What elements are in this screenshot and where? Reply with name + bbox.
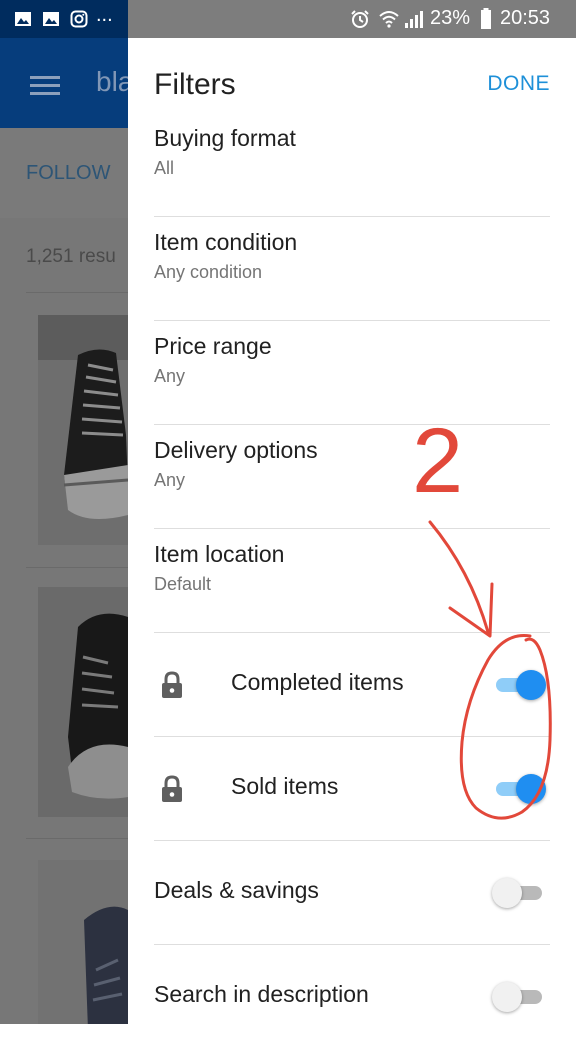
done-button[interactable]: DONE xyxy=(487,72,550,96)
completed-items-switch[interactable] xyxy=(496,670,546,700)
toggle-row-search-in-description[interactable]: Search in description xyxy=(154,945,550,1049)
background-search-title: bla xyxy=(96,66,128,97)
battery-icon xyxy=(481,8,491,29)
toggle-label: Sold items xyxy=(231,773,339,799)
lock-icon xyxy=(162,775,182,802)
image-icon xyxy=(15,12,31,26)
signal-icon xyxy=(405,11,423,28)
follow-button[interactable]: FOLLOW xyxy=(26,162,110,185)
switch-knob xyxy=(492,878,522,908)
product-thumbnail[interactable] xyxy=(38,315,128,545)
toggle-row-deals-savings[interactable]: Deals & savings xyxy=(154,841,550,945)
filter-row-item-location[interactable]: Item location Default xyxy=(154,529,550,633)
background-app: bla FOLLOW 1,251 resu xyxy=(0,38,128,1024)
sold-items-switch[interactable] xyxy=(496,774,546,804)
search-in-description-switch[interactable] xyxy=(492,982,542,1012)
toggle-label: Completed items xyxy=(231,669,404,695)
battery-percent: 23% xyxy=(430,7,471,29)
drawer-title: Filters xyxy=(154,68,236,101)
divider xyxy=(26,292,128,293)
filter-label: Delivery options xyxy=(154,437,318,463)
switch-knob xyxy=(516,774,546,804)
filter-value: All xyxy=(154,158,175,178)
alarm-icon xyxy=(351,10,369,28)
deals-savings-switch[interactable] xyxy=(492,878,542,908)
switch-knob xyxy=(516,670,546,700)
filter-value: Default xyxy=(154,574,212,594)
filter-label: Price range xyxy=(154,333,272,359)
filter-value: Any xyxy=(154,366,186,386)
status-bar: ... 23% 20:53 xyxy=(0,0,576,38)
hamburger-menu-icon[interactable] xyxy=(30,76,60,95)
instagram-icon xyxy=(70,10,88,28)
filter-label: Buying format xyxy=(154,125,296,151)
image-icon xyxy=(43,12,59,26)
background-app-bar: bla xyxy=(0,38,128,128)
filter-row-buying-format[interactable]: Buying format All xyxy=(154,113,550,217)
status-more: ... xyxy=(96,4,113,26)
toggle-row-sold-items[interactable]: Sold items xyxy=(154,737,550,841)
filter-row-price-range[interactable]: Price range Any xyxy=(154,321,550,425)
toggle-row-completed-items[interactable]: Completed items xyxy=(154,633,550,737)
divider xyxy=(26,838,128,839)
lock-icon xyxy=(162,671,182,698)
product-thumbnail[interactable] xyxy=(38,587,128,817)
filter-label: Item location xyxy=(154,541,285,567)
wifi-icon xyxy=(379,11,399,28)
toggle-label: Deals & savings xyxy=(154,877,319,903)
filter-label: Item condition xyxy=(154,229,298,255)
product-thumbnail[interactable] xyxy=(38,860,128,1024)
divider xyxy=(26,567,128,568)
filter-row-delivery-options[interactable]: Delivery options Any xyxy=(154,425,550,529)
filter-row-item-condition[interactable]: Item condition Any condition xyxy=(154,217,550,321)
switch-knob xyxy=(492,982,522,1012)
filter-value: Any condition xyxy=(154,262,263,282)
filters-drawer: Filters DONE Buying format All Item cond… xyxy=(128,38,576,1024)
clock: 20:53 xyxy=(500,7,551,29)
filter-value: Any xyxy=(154,470,186,490)
results-count: 1,251 resu xyxy=(26,246,116,267)
toggle-label: Search in description xyxy=(154,981,369,1007)
